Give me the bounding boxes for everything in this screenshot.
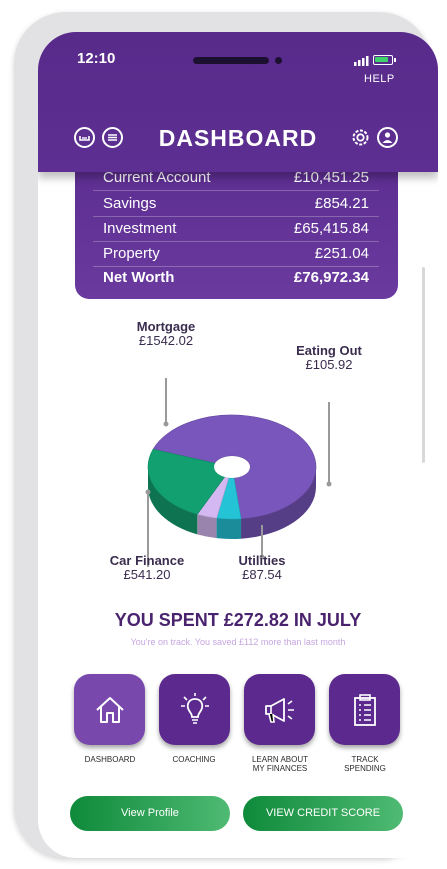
pie-label-value: £87.54	[242, 567, 282, 582]
pie-leader-dot	[145, 489, 151, 495]
battery-icon	[373, 55, 396, 65]
app-header: 12:10 HELP DASHBOARD	[38, 32, 438, 172]
account-row[interactable]: Investment £65,415.84	[93, 217, 379, 242]
pie-leader-dot	[326, 481, 332, 487]
gear-icon[interactable]	[350, 127, 371, 148]
pie-label-name: Utilities	[238, 553, 286, 568]
pie-label-eating-out: Eating Out £105.92	[279, 344, 379, 372]
tile-label-track: TRACK SPENDING	[344, 755, 386, 773]
megaphone-icon	[265, 698, 294, 723]
net-worth-label: Net Worth	[103, 269, 175, 286]
account-value: £251.04	[314, 245, 369, 262]
account-row[interactable]: Savings £854.21	[93, 192, 379, 217]
account-label: Savings	[103, 195, 157, 212]
pie-label-name: Mortgage	[136, 319, 196, 334]
camera-dot	[275, 57, 282, 64]
speaker-notch	[193, 57, 269, 64]
pie-label-value: £541.20	[123, 567, 171, 582]
tile-coaching[interactable]	[159, 674, 230, 745]
user-profile-icon[interactable]	[377, 127, 398, 148]
account-label: Property	[103, 245, 160, 262]
pie-label-utilities: Utilities £87.54	[212, 554, 312, 582]
spending-headline: YOU SPENT £272.82 IN JULY	[114, 610, 362, 630]
pie-label-value: £105.92	[305, 357, 353, 372]
tile-label-coaching: COACHING	[172, 755, 216, 764]
pie-label-name: Car Finance	[109, 553, 185, 568]
tile-track-spending[interactable]	[329, 674, 400, 745]
pie-label-value: £1542.02	[138, 333, 194, 348]
status-time: 12:10	[77, 50, 116, 67]
tile-dashboard[interactable]	[74, 674, 145, 745]
pie-label-mortgage: Mortgage £1542.02	[116, 320, 216, 348]
screen: 12:10 HELP DASHBOARD Current Account £10…	[38, 32, 438, 858]
lightbulb-icon	[181, 693, 209, 724]
pie-hole	[214, 456, 250, 478]
pie-label-name: Eating Out	[296, 343, 362, 358]
tile-label-learn: LEARN ABOUT MY FINANCES	[251, 755, 308, 773]
account-row[interactable]: Property £251.04	[93, 242, 379, 267]
pie-slice-side	[216, 518, 242, 539]
pie-leader-dot	[163, 421, 169, 427]
clipboard-icon	[354, 694, 376, 726]
tile-learn-about-finances[interactable]	[244, 674, 315, 745]
view-profile-button[interactable]: View Profile	[70, 796, 230, 831]
account-value: £854.21	[314, 195, 369, 212]
home-icon	[96, 697, 124, 723]
account-value: £65,415.84	[293, 220, 369, 237]
phone-frame: 12:10 HELP DASHBOARD Current Account £10…	[14, 12, 438, 858]
net-worth-row: Net Worth £76,972.34	[93, 266, 379, 290]
view-credit-score-button[interactable]: VIEW CREDIT SCORE	[243, 796, 403, 831]
tile-label-dashboard: DASHBOARD	[84, 755, 136, 764]
help-link[interactable]: HELP	[364, 73, 395, 85]
spending-subtext: You're on track. You saved £112 more tha…	[130, 637, 346, 647]
pie-label-car-finance: Car Finance £541.20	[97, 554, 197, 582]
signal-icon	[354, 56, 369, 66]
net-worth-value: £76,972.34	[293, 269, 369, 286]
account-label: Investment	[103, 220, 177, 237]
